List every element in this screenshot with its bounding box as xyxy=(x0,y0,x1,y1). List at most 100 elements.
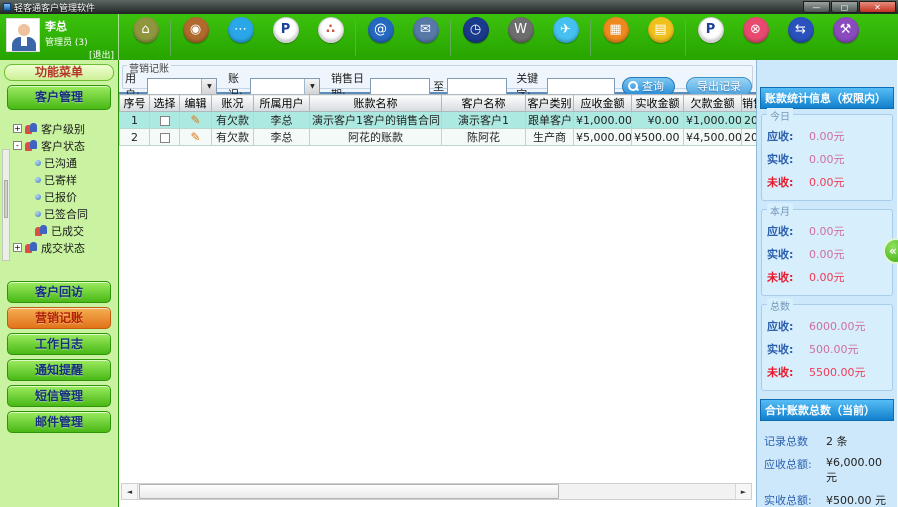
filter-bar: 营销记账 用户: ▼ 账况: ▼ 销售日期: 至 关键字: 查询 导出记录 xyxy=(119,60,756,101)
tree-item-status-signed[interactable]: 已签合同 xyxy=(13,205,117,222)
tree-item-label: 已成交 xyxy=(51,224,84,238)
status-select[interactable]: ▼ xyxy=(250,77,321,95)
table-row[interactable]: 2 ✎ 有欠款 李总 阿花的账款 陈阿花 生产商 ¥5,000.00 ¥500.00 ¥4,500… xyxy=(119,128,756,146)
column-header[interactable]: 编辑 xyxy=(179,94,212,112)
expand-icon[interactable]: + xyxy=(13,243,22,252)
sidebar-button-customer-followup[interactable]: 客户回访 xyxy=(7,281,111,303)
scroll-right-arrow-icon[interactable]: ► xyxy=(735,484,751,499)
keyword-input[interactable] xyxy=(546,77,615,95)
column-header[interactable]: 应收金额 xyxy=(573,94,632,112)
account-name: 演示客户1客户的销售合同 XS150... xyxy=(309,111,442,129)
tree-item-deal-status[interactable]: + 成交状态 xyxy=(13,239,117,256)
sale-date: 20 xyxy=(741,128,756,146)
column-header[interactable]: 序号 xyxy=(119,94,150,112)
new-customer-icon: ◉ xyxy=(182,17,209,43)
stats-label: 实收: xyxy=(767,248,794,261)
stats-label: 未收: xyxy=(767,176,794,189)
stats-row: 实收: 0.00元 xyxy=(767,246,887,262)
work-log-icon: ◷ xyxy=(462,17,489,43)
column-header[interactable]: 欠款金额 xyxy=(683,94,742,112)
minimize-button-icon[interactable]: — xyxy=(803,1,830,13)
edit-icon: ✎ xyxy=(179,128,212,146)
row-number: 2 xyxy=(119,128,150,146)
bullet-icon xyxy=(35,159,41,166)
customer-name: 演示客户1 xyxy=(441,111,526,129)
scroll-left-arrow-icon[interactable]: ◄ xyxy=(122,484,138,499)
sidebar-title: 功能菜单 xyxy=(4,64,114,81)
tree-item-status-quoted[interactable]: 已报价 xyxy=(13,188,117,205)
column-header[interactable]: 账款名称 xyxy=(309,94,442,112)
stats-value: 500.00元 xyxy=(809,343,859,356)
sidebar-button-notice-remind[interactable]: 通知提醒 xyxy=(7,359,111,381)
stats-row: 应收: 0.00元 xyxy=(767,128,887,144)
stats-panel-title: 账款统计信息（权限内） xyxy=(760,87,894,109)
tree-item-status-contacted[interactable]: 已沟通 xyxy=(13,154,117,171)
tree-item-label: 已沟通 xyxy=(44,156,77,170)
column-header[interactable]: 选择 xyxy=(149,94,180,112)
tree-item-status-sampled[interactable]: 已寄样 xyxy=(13,171,117,188)
stats-section-legend: 总数 xyxy=(767,298,793,313)
stats-label: 未收: xyxy=(767,271,794,284)
date-to-input[interactable] xyxy=(447,77,508,95)
expand-icon[interactable]: + xyxy=(13,124,22,133)
column-header[interactable]: 账况 xyxy=(211,94,254,112)
main-area: 营销记账 用户: ▼ 账况: ▼ 销售日期: 至 关键字: 查询 导出记录 xyxy=(119,60,756,507)
tree-item-label: 客户状态 xyxy=(41,139,85,153)
chevron-down-icon[interactable]: ▼ xyxy=(304,78,320,94)
account-name: 阿花的账款 xyxy=(309,128,442,146)
bullet-icon xyxy=(35,176,41,183)
checkbox-icon[interactable] xyxy=(159,132,170,143)
chevron-down-icon[interactable]: ▼ xyxy=(201,78,217,94)
stats-label: 应收: xyxy=(767,320,794,333)
column-header[interactable]: 销售日期 xyxy=(741,94,756,112)
date-from-input[interactable] xyxy=(370,77,431,95)
app-icon xyxy=(3,3,11,11)
user-select[interactable]: ▼ xyxy=(147,77,218,95)
column-header[interactable]: 所属用户 xyxy=(253,94,310,112)
stats-row: 实收: 0.00元 xyxy=(767,151,887,167)
sidebar-button-work-log[interactable]: 工作日志 xyxy=(7,333,111,355)
tree-item-customer-level[interactable]: + 客户级别 xyxy=(13,120,117,137)
title-bar: 轻客通客户管理软件 — ▢ ✕ xyxy=(0,0,898,14)
column-header[interactable]: 客户名称 xyxy=(441,94,526,112)
payment-record-icon: ▦ xyxy=(602,17,629,43)
tree-item-status-closed[interactable]: 已成交 xyxy=(13,222,117,239)
sidebar-button-sms-manage[interactable]: 短信管理 xyxy=(7,385,111,407)
edit-icon[interactable]: ✎ xyxy=(190,113,200,127)
horizontal-scrollbar-thumb[interactable] xyxy=(139,484,559,499)
column-header[interactable]: 实收金额 xyxy=(631,94,684,112)
row-number: 1 xyxy=(119,111,150,129)
summary-row: 记录总数 2 条 xyxy=(764,433,890,449)
advanced-search-icon: ∴ xyxy=(317,17,344,43)
received-amount: ¥0.00 xyxy=(631,111,684,129)
tree-scrollbar[interactable] xyxy=(2,149,10,261)
receivable-amount: ¥1,000.00 xyxy=(573,111,632,129)
sidebar-button-email-manage[interactable]: 邮件管理 xyxy=(7,411,111,433)
edit-icon[interactable]: ✎ xyxy=(190,130,200,144)
stats-row: 未收: 0.00元 xyxy=(767,174,887,190)
tree-scrollbar-thumb[interactable] xyxy=(4,180,8,218)
maximize-button-icon[interactable]: ▢ xyxy=(831,1,858,13)
stats-value: 0.00元 xyxy=(809,153,845,166)
checkbox-icon[interactable] xyxy=(159,115,170,126)
sidebar-button-sales-ledger[interactable]: 营销记账 xyxy=(7,307,111,329)
stats-section: 今日 应收: 0.00元 实收: 0.00元 未收: 0.00元 xyxy=(761,108,893,201)
sidebar-button-customer-manage[interactable]: 客户管理 xyxy=(7,85,111,110)
stats-label: 未收: xyxy=(767,366,794,379)
summary-label: 记录总数 xyxy=(764,435,808,448)
collapse-icon[interactable]: - xyxy=(13,141,22,150)
table-header-row: 序号选择编辑账况所属用户账款名称客户名称客户类别应收金额实收金额欠款金额销售日期 xyxy=(119,94,756,112)
stats-section: 总数 应收: 6000.00元 实收: 500.00元 未收: 5500.00元 xyxy=(761,298,893,391)
table-row[interactable]: 1✎有欠款李总演示客户1客户的销售合同 XS150...演示客户1跟单客户¥1,… xyxy=(119,111,756,129)
export-records-button[interactable]: 导出记录 xyxy=(685,76,752,96)
sidebar: 功能菜单 客户管理 + 客户级别 - 客户状态已沟通 已寄样 已报价 已签合同已成交 + 成交状… xyxy=(0,60,119,507)
horizontal-scrollbar[interactable]: ◄ ► xyxy=(121,483,752,500)
import-export-icon: ⇆ xyxy=(787,17,814,43)
close-button-icon[interactable]: ✕ xyxy=(859,1,896,13)
tree-item-customer-status[interactable]: - 客户状态 xyxy=(13,137,117,154)
stats-row: 未收: 5500.00元 xyxy=(767,364,887,380)
column-header[interactable]: 客户类别 xyxy=(525,94,574,112)
search-button[interactable]: 查询 xyxy=(621,76,675,96)
users-icon xyxy=(25,123,38,134)
ledger-table: 序号选择编辑账况所属用户账款名称客户名称客户类别应收金额实收金额欠款金额销售日期… xyxy=(119,94,756,146)
